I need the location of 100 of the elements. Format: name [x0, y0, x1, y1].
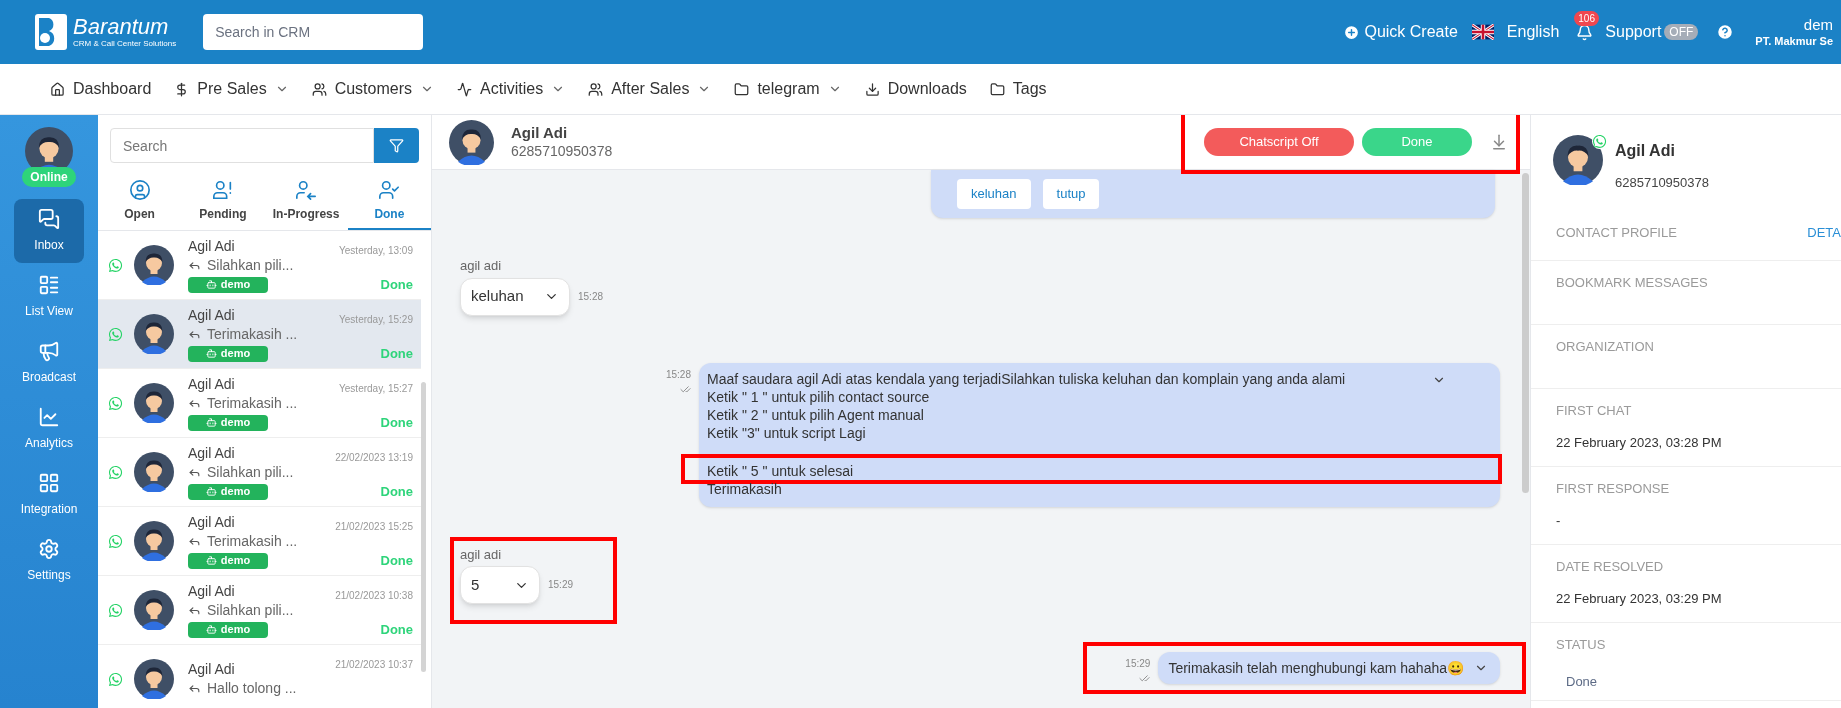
conversation-search-field[interactable]: Search [110, 128, 374, 163]
avatar [134, 590, 174, 630]
contact-name: Agil Adi [1615, 141, 1676, 161]
folder-icon [734, 81, 750, 97]
avatar [134, 314, 174, 354]
message-line: Terimakasih [707, 479, 782, 498]
message-preview: Terimakasih ... [207, 395, 298, 413]
message-time: 15:29 [1125, 657, 1151, 671]
agent-tag: demo [188, 276, 268, 293]
conversation-time: 21/02/2023 10:38 [335, 589, 413, 603]
option-button[interactable]: tutup [1042, 179, 1100, 209]
logo-icon [35, 14, 67, 50]
conversation-item[interactable]: Agil Adi Terimakasih ... demo Yesterday, 15:29 Done [98, 300, 421, 369]
whatsapp-icon [108, 257, 123, 273]
double-check-icon [1139, 673, 1151, 684]
whatsapp-icon [108, 395, 123, 411]
sidebar-item[interactable]: Settings [14, 529, 84, 593]
section-value: 22 February 2023, 03:28 PM [1556, 434, 1723, 452]
reply-select[interactable]: keluhan [460, 277, 570, 316]
contact-name: Agil Adi [188, 660, 236, 678]
nav-item[interactable]: After Sales [588, 77, 712, 101]
nav-item[interactable]: Downloads [864, 77, 967, 101]
message-line: Ketik " 2 " untuk pilih Agent manual [707, 405, 924, 424]
nav-item[interactable]: Customers [311, 77, 434, 101]
message-preview: Silahkan pili... [207, 464, 294, 482]
megaphone-icon [38, 340, 60, 362]
conversation-time: 21/02/2023 10:37 [335, 658, 413, 672]
language-button[interactable]: English [1506, 20, 1560, 44]
reply-select[interactable]: 5 [460, 566, 540, 604]
message-preview: Terimakasih ... [207, 326, 298, 344]
avatar [134, 452, 174, 492]
contact-name: Agil Adi [188, 513, 236, 531]
conversation-status: Done [380, 414, 413, 432]
option-button[interactable]: keluhan [957, 179, 1031, 209]
whatsapp-icon [108, 464, 123, 480]
contact-name: Agil Adi [511, 123, 569, 143]
bot-icon [205, 555, 217, 566]
support-label: Support [1605, 22, 1662, 42]
filter-button[interactable] [374, 128, 419, 163]
whatsapp-icon [108, 671, 123, 687]
sidebar-item[interactable]: Analytics [14, 397, 84, 461]
bot-icon [205, 624, 217, 635]
line-chart-icon [38, 406, 60, 428]
status-tab[interactable]: Pending [181, 173, 265, 230]
sender-name: agil adi [460, 257, 503, 275]
details-link[interactable]: DETA [1807, 222, 1841, 242]
folder-icon [989, 81, 1005, 97]
sidebar-item[interactable]: Broadcast [14, 331, 84, 395]
bot-icon [205, 348, 217, 359]
nav-item[interactable]: Activities [457, 77, 566, 101]
avatar [134, 659, 174, 699]
conversation-status: Done [380, 621, 413, 639]
contact-avatar [1553, 135, 1603, 185]
plus-icon [1343, 23, 1361, 41]
nav-item[interactable]: Dashboard [50, 77, 152, 101]
message-time: 15:28 [578, 289, 604, 304]
sender-name: agil adi [460, 545, 503, 564]
download-icon[interactable] [1490, 133, 1508, 151]
section-label: FIRST RESPONSE [1556, 479, 1670, 498]
section-label: DATE RESOLVED [1556, 557, 1664, 576]
conversation-status: Done [380, 483, 413, 501]
section-label: FIRST CHAT [1556, 401, 1632, 420]
pulse-icon [457, 81, 472, 97]
sidebar-item[interactable]: Integration [14, 463, 84, 527]
contact-name: Agil Adi [188, 375, 236, 393]
contact-name: Agil Adi [188, 237, 236, 255]
sidebar-item[interactable]: Inbox [14, 199, 84, 263]
whatsapp-icon [1592, 134, 1607, 149]
message-preview: Hallo tolong ... [207, 680, 297, 698]
conversation-time: 21/02/2023 15:25 [335, 520, 413, 534]
quick-create-button[interactable]: Quick Create [1343, 20, 1458, 44]
double-check-icon [680, 383, 691, 395]
settings-icon [38, 538, 60, 560]
contact-name: Agil Adi [188, 582, 236, 600]
conversation-time: 22/02/2023 13:19 [335, 451, 413, 465]
company-name: PT. Makmur Se [1755, 34, 1833, 49]
bell-icon[interactable] [1576, 23, 1594, 41]
agent-tag: demo [188, 483, 268, 500]
download-icon [864, 81, 880, 97]
nav-item[interactable]: Tags [989, 77, 1047, 101]
nav-item[interactable]: telegram [734, 77, 842, 101]
message-line: Terimakasih telah menghubungi kam hahaha😀 [1168, 659, 1464, 677]
search-field[interactable]: Search in CRM [203, 14, 424, 50]
online-status: Online [22, 167, 76, 187]
status-value: Done [1566, 673, 1599, 691]
logo-tagline: CRM & Call Center Solutions [73, 40, 177, 48]
scrollbar[interactable] [421, 382, 426, 672]
nav-item[interactable]: Pre Sales [174, 77, 289, 101]
status-tab[interactable]: Open [98, 173, 182, 230]
filter-icon [389, 138, 404, 153]
scrollbar[interactable] [1522, 173, 1529, 493]
message-line: Ketik "3" untuk script Lagi [707, 423, 866, 442]
message-time: 15:29 [548, 578, 574, 592]
avatar [134, 245, 174, 285]
chat-bubbles-icon [38, 208, 60, 230]
agent-tag: demo [188, 552, 268, 569]
status-tab[interactable]: In-Progress [264, 173, 348, 230]
avatar [449, 119, 494, 165]
help-icon[interactable] [1716, 23, 1735, 41]
notification-count: 106 [1574, 10, 1599, 26]
